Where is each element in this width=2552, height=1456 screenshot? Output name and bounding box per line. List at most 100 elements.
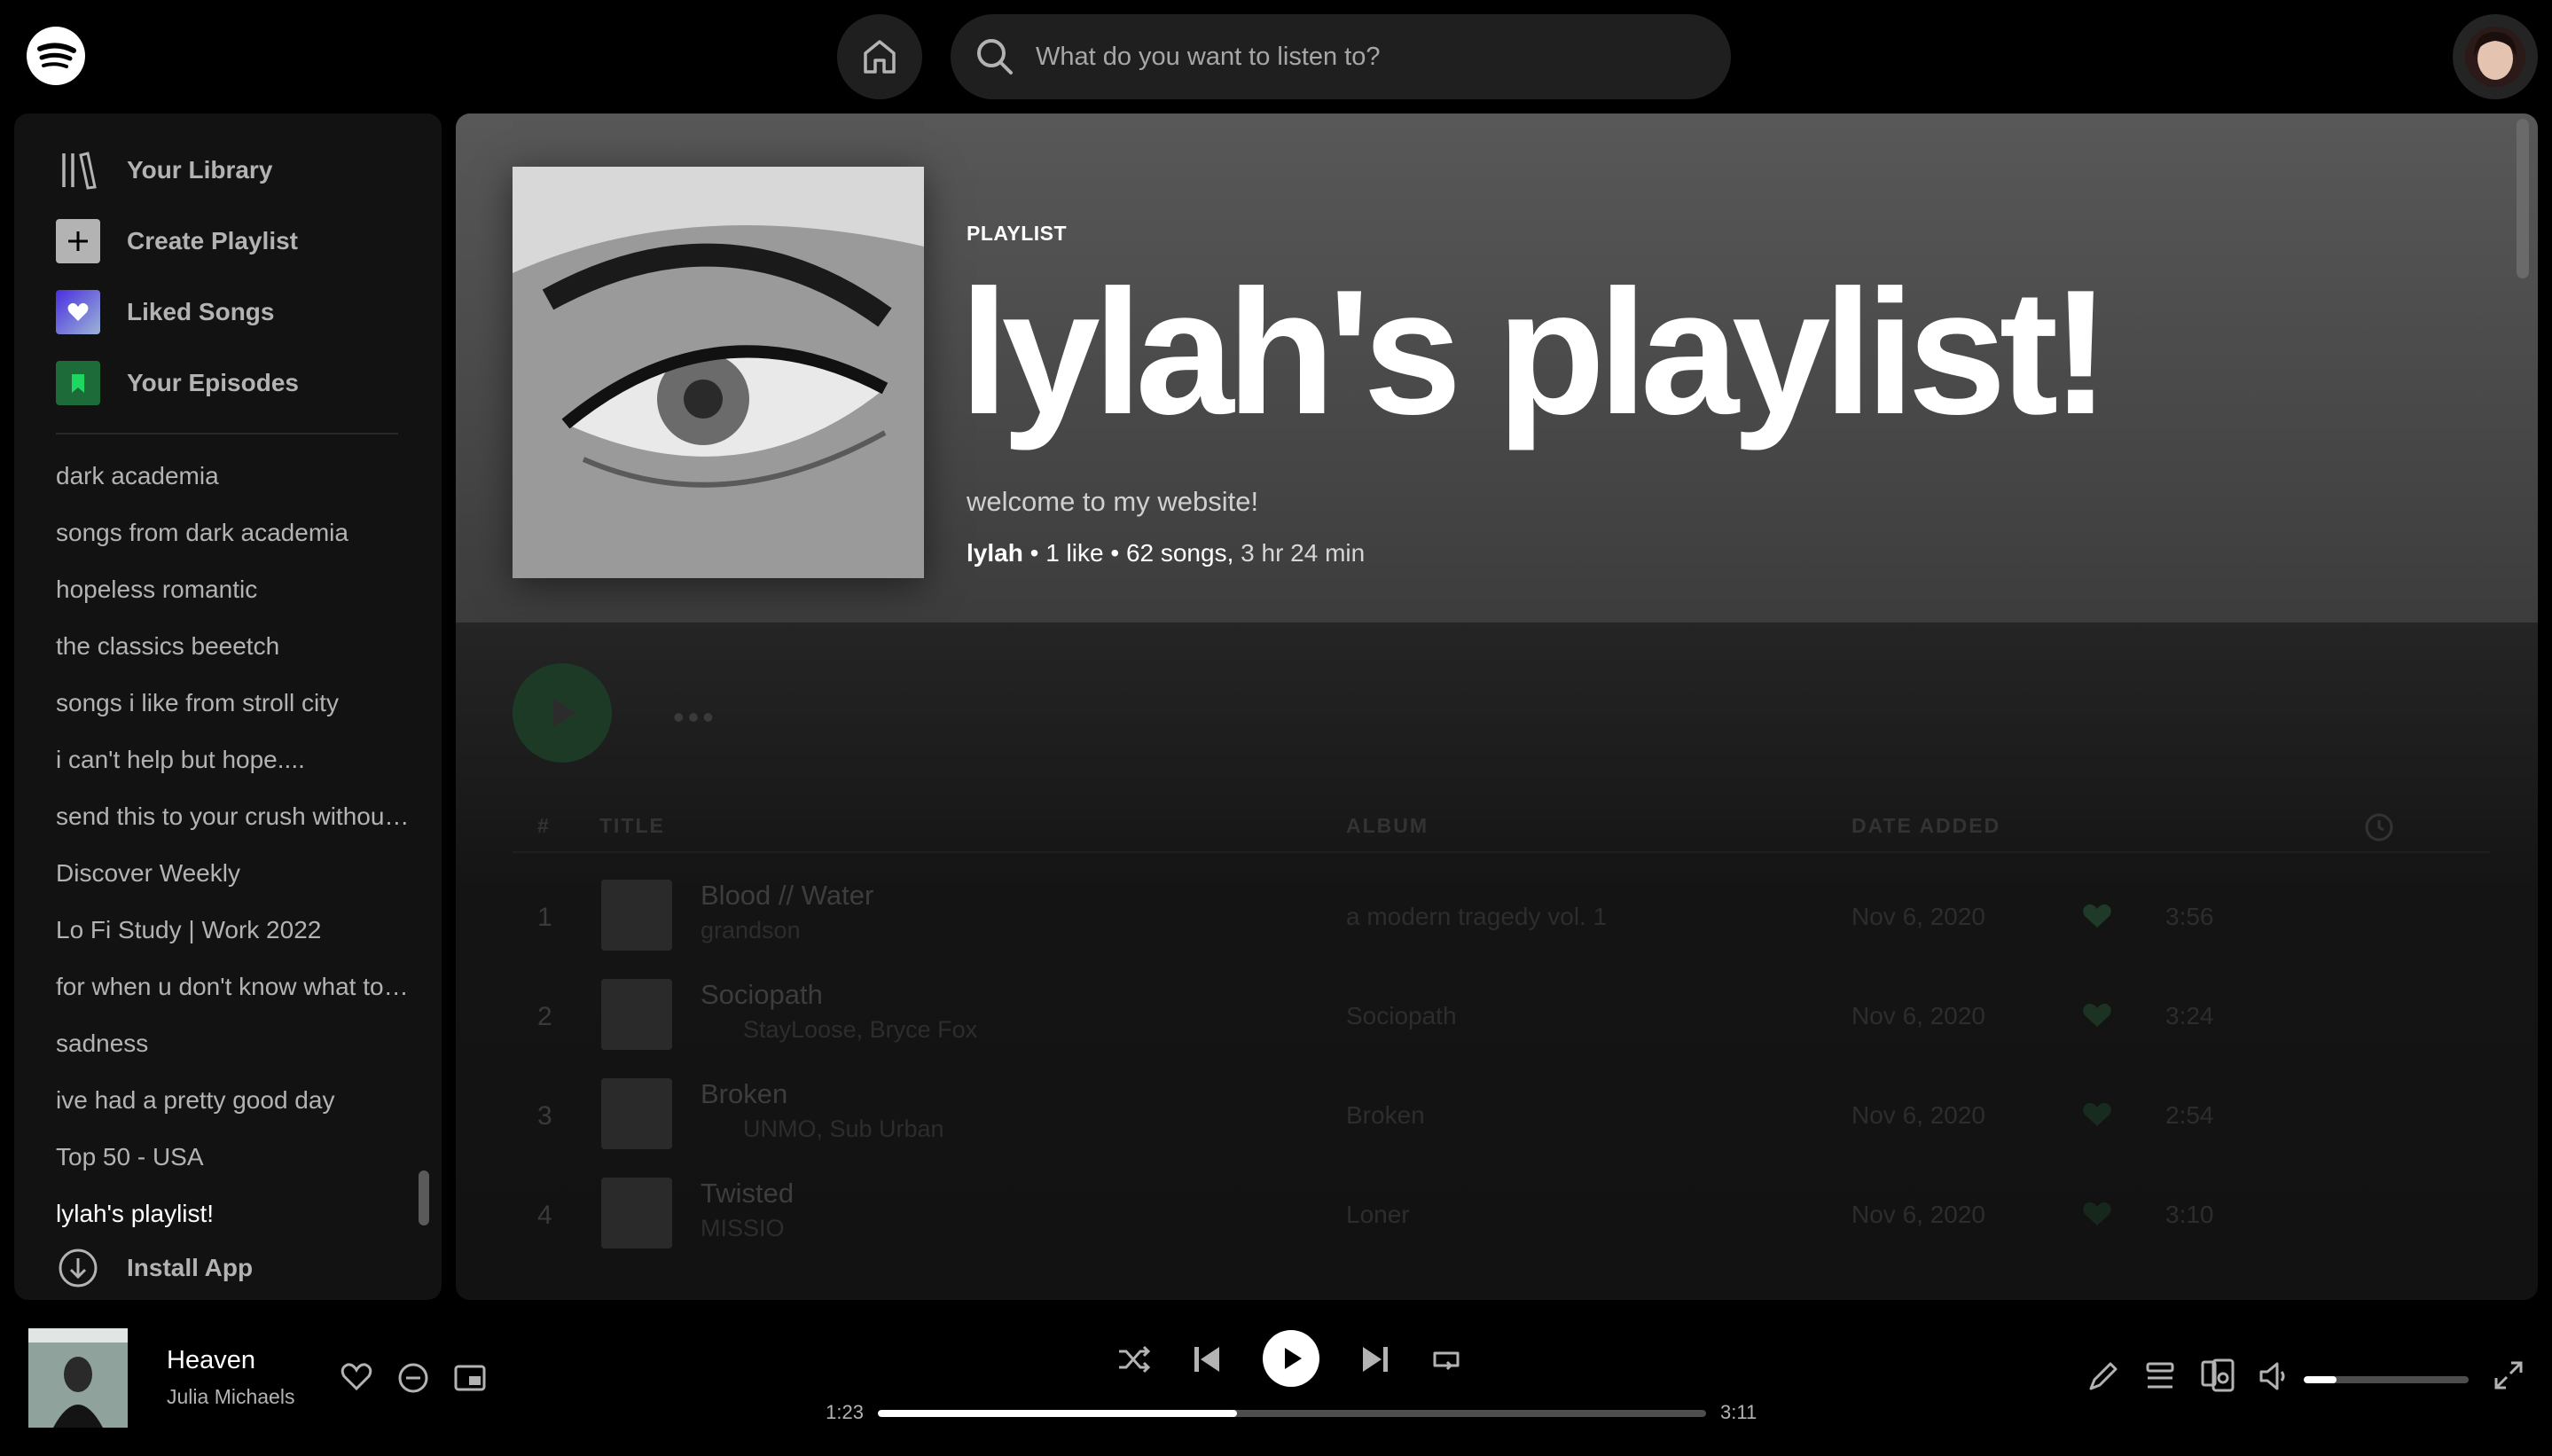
table-row[interactable]: 4 Twisted MISSIO Loner Nov 6, 2020 3:10 xyxy=(513,1165,2490,1264)
main-view: PLAYLIST lylah's playlist! welcome to my… xyxy=(456,114,2538,1300)
heart-icon[interactable] xyxy=(2082,1201,2112,1227)
sidebar-playlist-item[interactable]: Lo Fi Study | Work 2022 xyxy=(56,916,411,944)
search-input[interactable] xyxy=(1036,14,1710,99)
spotify-logo-icon[interactable] xyxy=(27,27,85,85)
track-album[interactable]: Broken xyxy=(1346,1101,1425,1130)
playlist-owner[interactable]: lylah xyxy=(967,539,1023,567)
track-number: 1 xyxy=(537,903,552,932)
playlist-play-button[interactable] xyxy=(513,663,612,763)
track-artist[interactable]: UNMO, Sub Urban xyxy=(743,1115,944,1143)
volume-slider[interactable] xyxy=(2304,1376,2469,1383)
sidebar-item-your-episodes[interactable]: Your Episodes xyxy=(56,360,299,406)
progress-bar[interactable] xyxy=(878,1410,1706,1417)
now-playing-bar: Heaven Julia Michaels 1:23 3:11 xyxy=(0,1300,2552,1456)
track-album[interactable]: Sociopath xyxy=(1346,1002,1457,1030)
next-icon[interactable] xyxy=(1360,1344,1390,1374)
main-scrollbar[interactable] xyxy=(2517,119,2529,278)
volume-fill xyxy=(2304,1376,2337,1383)
sidebar-playlist-item[interactable]: Top 50 - USA xyxy=(56,1143,411,1171)
more-options-icon[interactable]: ••• xyxy=(673,699,717,736)
now-playing-artist[interactable]: Julia Michaels xyxy=(167,1385,294,1409)
heart-icon[interactable] xyxy=(2082,1101,2112,1128)
track-artwork xyxy=(601,1178,672,1249)
track-title[interactable]: Twisted xyxy=(701,1178,794,1209)
track-title[interactable]: Blood // Water xyxy=(701,880,873,912)
track-date-added: Nov 6, 2020 xyxy=(1851,1201,1985,1228)
sidebar-item-label: Create Playlist xyxy=(127,227,298,254)
track-artist[interactable]: MISSIO xyxy=(701,1215,785,1242)
track-duration: 3:56 xyxy=(2165,903,2214,930)
queue-icon[interactable] xyxy=(2144,1360,2176,1392)
track-artwork xyxy=(601,880,672,951)
sidebar-playlist-item[interactable]: dark academia xyxy=(56,462,411,490)
sidebar-playlist-item[interactable]: songs i like from stroll city xyxy=(56,689,411,717)
install-app-button[interactable]: Install App xyxy=(56,1245,253,1291)
repeat-icon[interactable] xyxy=(1429,1344,1463,1374)
shuffle-icon[interactable] xyxy=(1117,1344,1151,1374)
track-artwork xyxy=(601,979,672,1050)
picture-in-picture-icon[interactable] xyxy=(454,1364,486,1392)
download-icon xyxy=(56,1246,100,1290)
clock-icon xyxy=(2365,813,2393,842)
sidebar-playlist-item[interactable]: songs from dark academia xyxy=(56,519,411,547)
play-button[interactable] xyxy=(1263,1330,1319,1387)
table-header-divider xyxy=(513,851,2490,853)
sidebar-playlist-item[interactable]: i can't help but hope.... xyxy=(56,746,411,774)
sidebar-item-your-library[interactable]: Your Library xyxy=(56,147,272,193)
track-artist[interactable]: grandson xyxy=(701,917,801,944)
home-button[interactable] xyxy=(837,14,922,99)
fullscreen-icon[interactable] xyxy=(2493,1360,2524,1390)
hide-icon[interactable] xyxy=(397,1362,429,1394)
table-row[interactable]: 3 Broken UNMO, Sub Urban Broken Nov 6, 2… xyxy=(513,1066,2490,1165)
heart-icon[interactable] xyxy=(2082,903,2112,929)
table-row[interactable]: 1 Blood // Water grandson a modern trage… xyxy=(513,867,2490,967)
sidebar-item-label: Your Episodes xyxy=(127,369,299,396)
playlist-type-label: PLAYLIST xyxy=(967,222,1068,245)
now-playing-title[interactable]: Heaven xyxy=(167,1346,255,1375)
volume-icon[interactable] xyxy=(2258,1360,2290,1392)
sidebar-divider xyxy=(56,433,398,434)
search-bar[interactable] xyxy=(951,14,1731,99)
track-number: 2 xyxy=(537,1002,552,1031)
track-album[interactable]: Loner xyxy=(1346,1201,1410,1229)
track-number: 4 xyxy=(537,1201,552,1230)
sidebar-playlist-item[interactable]: ive had a pretty good day xyxy=(56,1086,411,1115)
sidebar-playlist-item[interactable]: hopeless romantic xyxy=(56,575,411,604)
track-duration: 2:54 xyxy=(2165,1101,2214,1129)
track-title[interactable]: Broken xyxy=(701,1078,787,1110)
playlist-duration: 3 hr 24 min xyxy=(1241,539,1366,567)
heart-icon[interactable] xyxy=(2082,1002,2112,1029)
install-app-label: Install App xyxy=(127,1254,254,1281)
avatar[interactable] xyxy=(2453,14,2538,99)
sidebar-playlist-item[interactable]: sadness xyxy=(56,1029,411,1058)
search-icon xyxy=(977,39,1013,74)
track-duration: 3:10 xyxy=(2165,1201,2214,1228)
now-playing-artwork[interactable] xyxy=(28,1328,128,1428)
heart-icon[interactable] xyxy=(341,1362,372,1392)
sidebar-playlist-item[interactable]: for when u don't know what to listen to xyxy=(56,973,411,1001)
sidebar: Your Library Create Playlist Liked Songs… xyxy=(14,114,442,1300)
lyrics-icon[interactable] xyxy=(2087,1360,2119,1392)
sidebar-item-create-playlist[interactable]: Create Playlist xyxy=(56,218,298,264)
sidebar-item-liked-songs[interactable]: Liked Songs xyxy=(56,289,274,335)
track-title[interactable]: Sociopath xyxy=(701,979,823,1011)
column-header-date-added[interactable]: DATE ADDED xyxy=(1851,814,2000,838)
column-header-title[interactable]: TITLE xyxy=(599,814,665,838)
bookmark-icon xyxy=(56,361,100,405)
sidebar-scrollbar[interactable] xyxy=(419,1170,429,1225)
connect-device-icon[interactable] xyxy=(2201,1358,2235,1394)
track-artist[interactable]: StayLoose, Bryce Fox xyxy=(743,1016,977,1044)
playlist-song-count: 62 songs, xyxy=(1125,539,1234,567)
play-icon xyxy=(553,699,576,727)
sidebar-playlist-item[interactable]: send this to your crush without context xyxy=(56,802,411,831)
table-row[interactable]: 2 Sociopath StayLoose, Bryce Fox Sociopa… xyxy=(513,967,2490,1066)
track-date-added: Nov 6, 2020 xyxy=(1851,1101,1985,1129)
playlist-cover-image[interactable] xyxy=(513,167,924,578)
sidebar-playlist-item-active[interactable]: lylah's playlist! xyxy=(56,1200,411,1228)
previous-icon[interactable] xyxy=(1192,1344,1222,1374)
column-header-album[interactable]: ALBUM xyxy=(1346,814,1429,838)
sidebar-playlist-item[interactable]: Discover Weekly xyxy=(56,859,411,888)
sidebar-playlist-item[interactable]: the classics beeetch xyxy=(56,632,411,661)
track-album[interactable]: a modern tragedy vol. 1 xyxy=(1346,903,1607,931)
column-header-number: # xyxy=(537,814,551,837)
